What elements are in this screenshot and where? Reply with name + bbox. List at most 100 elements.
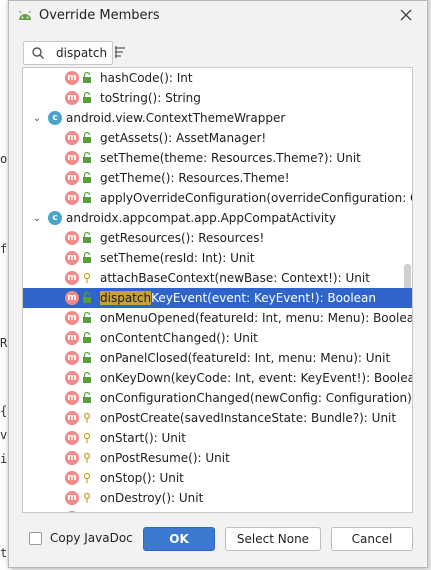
class-icon: c — [48, 111, 62, 125]
public-visibility-icon — [83, 331, 91, 343]
member-label: onStop(): Unit — [100, 471, 184, 485]
close-icon — [400, 9, 412, 21]
member-row[interactable]: m setTheme(theme: Resources.Theme?): Unit — [23, 148, 412, 168]
method-icon: m — [65, 391, 79, 405]
method-icon: m — [65, 471, 79, 485]
member-row[interactable]: m onConfigurationChanged(newConfig: Confi… — [23, 388, 413, 408]
member-row[interactable]: m getTheme(): Resources.Theme! — [23, 168, 412, 188]
member-row[interactable]: m onStop(): Unit — [23, 468, 412, 488]
members-tree[interactable]: m hashCode(): Int m toString(): String ⌄ c and… — [22, 67, 413, 513]
member-label: setTheme(resId: Int): Unit — [100, 251, 255, 265]
method-icon: m — [65, 351, 79, 365]
public-visibility-icon — [83, 231, 91, 243]
protected-visibility-icon — [83, 492, 91, 503]
search-icon — [32, 47, 44, 59]
member-row[interactable]: m onPostResume(): Unit — [23, 448, 412, 468]
member-label: setTheme(theme: Resources.Theme?): Unit — [100, 151, 361, 165]
checkbox-box[interactable] — [29, 531, 42, 545]
protected-visibility-icon — [83, 272, 91, 283]
member-row[interactable]: m findViewById(id: Int): T! — [23, 508, 412, 512]
member-row[interactable]: m applyOverrideConfiguration(overrideConf… — [23, 188, 412, 208]
bg-char: o — [0, 152, 8, 166]
method-icon: m — [65, 171, 79, 185]
member-label: hashCode(): Int — [100, 71, 193, 85]
member-label: onConfigurationChanged(newConfig: Config… — [100, 391, 413, 405]
bg-char: v — [0, 428, 8, 442]
member-row[interactable]: m onDestroy(): Unit — [23, 488, 412, 508]
class-icon: c — [48, 211, 62, 225]
member-row[interactable]: m onContentChanged(): Unit — [23, 328, 412, 348]
member-label: onStart(): Unit — [100, 431, 186, 445]
select-none-button[interactable]: Select None — [225, 527, 321, 551]
member-row[interactable]: m hashCode(): Int — [23, 68, 412, 88]
method-icon: m — [65, 431, 79, 445]
method-icon: m — [65, 451, 79, 465]
member-row[interactable]: m onMenuOpened(featureId: Int, menu: Menu… — [23, 308, 413, 328]
member-label: onPanelClosed(featureId: Int, menu: Menu… — [100, 351, 391, 365]
public-visibility-icon — [83, 291, 91, 303]
member-row[interactable]: m onPanelClosed(featureId: Int, menu: Men… — [23, 348, 412, 368]
member-label: findViewById(id: Int): T! — [100, 511, 242, 512]
dialog-title: Override Members — [39, 8, 160, 23]
member-row[interactable]: m dispatchKeyEvent(event: KeyEvent!): Boo… — [23, 288, 412, 308]
method-icon: m — [65, 291, 79, 305]
bg-char: t — [0, 546, 8, 560]
method-icon: m — [65, 491, 79, 505]
member-label-rest: KeyEvent(event: KeyEvent!): Boolean — [151, 291, 377, 305]
class-label: android.view.ContextThemeWrapper — [66, 111, 286, 125]
public-visibility-icon — [83, 171, 91, 183]
bg-char: R — [0, 336, 8, 350]
class-group-row[interactable]: ⌄ c androidx.appcompat.app.AppCompatActivi… — [23, 208, 412, 228]
protected-visibility-icon — [83, 452, 91, 463]
cancel-button[interactable]: Cancel — [331, 527, 413, 551]
bg-char: i — [0, 452, 8, 466]
member-label: dispatchKeyEvent(event: KeyEvent!): Bool… — [100, 291, 376, 305]
public-visibility-icon — [83, 191, 91, 203]
public-visibility-icon — [83, 91, 91, 103]
member-label: onMenuOpened(featureId: Int, menu: Menu)… — [100, 311, 413, 325]
protected-visibility-icon — [83, 472, 91, 483]
member-label: getAssets(): AssetManager! — [100, 131, 267, 145]
filter-icon[interactable] — [113, 45, 127, 59]
member-row[interactable]: m getResources(): Resources! — [23, 228, 412, 248]
copy-javadoc-checkbox[interactable]: Copy JavaDoc — [29, 531, 133, 545]
member-label: onDestroy(): Unit — [100, 491, 204, 505]
method-icon: m — [65, 371, 79, 385]
member-row[interactable]: m setTheme(resId: Int): Unit — [23, 248, 412, 268]
close-button[interactable] — [397, 6, 415, 24]
method-icon: m — [65, 251, 79, 265]
public-visibility-icon — [83, 151, 91, 163]
bg-char: { — [0, 404, 8, 418]
method-icon: m — [65, 311, 79, 325]
method-icon: m — [65, 131, 79, 145]
protected-visibility-icon — [83, 432, 91, 443]
member-label: onPostResume(): Unit — [100, 451, 230, 465]
protected-visibility-icon — [83, 412, 91, 423]
public-visibility-icon — [83, 131, 91, 143]
method-icon: m — [65, 91, 79, 105]
method-icon: m — [65, 331, 79, 345]
ok-button[interactable]: OK — [143, 527, 215, 551]
member-row[interactable]: m onPostCreate(savedInstanceState: Bundle… — [23, 408, 412, 428]
method-icon: m — [65, 271, 79, 285]
override-members-dialog: Override Members dispatch m hashCode(): I… — [8, 0, 428, 568]
member-label: getTheme(): Resources.Theme! — [100, 171, 290, 185]
public-visibility-icon — [83, 351, 91, 363]
copy-javadoc-label: Copy JavaDoc — [50, 531, 133, 545]
search-value: dispatch — [56, 46, 108, 60]
search-match-highlight: dispatch — [100, 291, 152, 305]
class-group-row[interactable]: ⌄ c android.view.ContextThemeWrapper — [23, 108, 412, 128]
member-row[interactable]: m onKeyDown(keyCode: Int, event: KeyEvent… — [23, 368, 412, 388]
public-visibility-icon — [83, 311, 91, 323]
search-input[interactable]: dispatch — [23, 41, 113, 65]
method-icon: m — [65, 231, 79, 245]
member-row[interactable]: m onStart(): Unit — [23, 428, 412, 448]
member-row[interactable]: m attachBaseContext(newBase: Context!): U… — [23, 268, 412, 288]
member-row[interactable]: m toString(): String — [23, 88, 412, 108]
chevron-down-icon[interactable]: ⌄ — [31, 113, 43, 124]
public-visibility-icon — [83, 371, 91, 383]
member-row[interactable]: m getAssets(): AssetManager! — [23, 128, 412, 148]
class-label: androidx.appcompat.app.AppCompatActivity — [66, 211, 336, 225]
public-visibility-icon — [83, 251, 91, 263]
chevron-down-icon[interactable]: ⌄ — [31, 213, 43, 224]
